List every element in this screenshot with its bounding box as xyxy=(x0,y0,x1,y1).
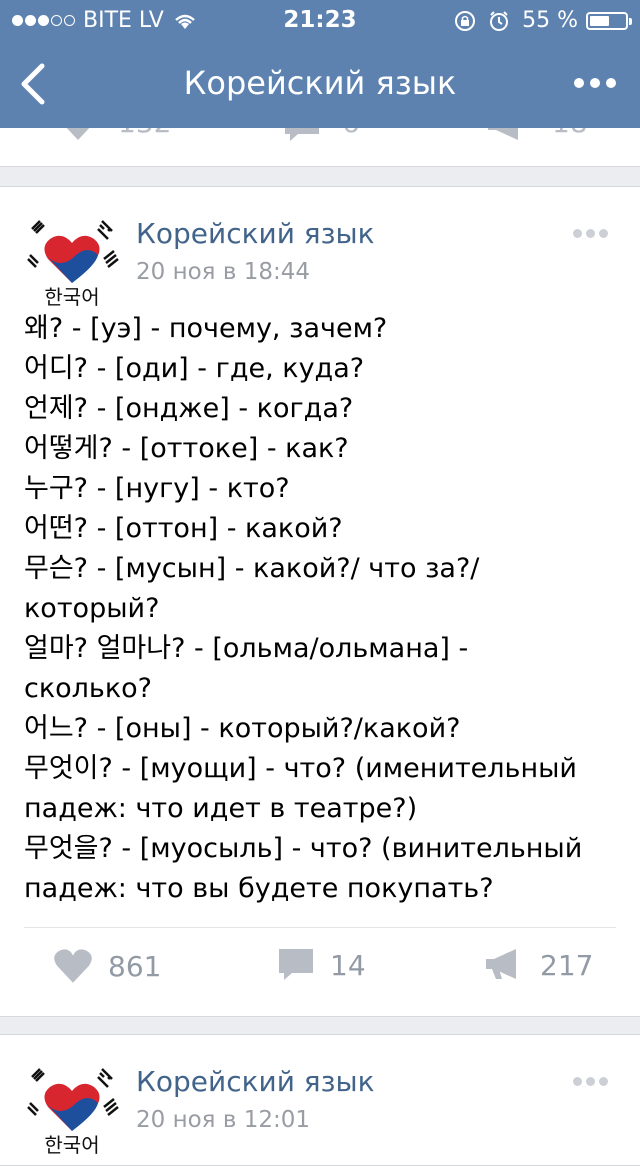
heart-icon xyxy=(54,949,92,983)
post-actions: 861 14 217 xyxy=(0,947,640,997)
post-text-line: сколько? xyxy=(24,673,152,704)
post-divider xyxy=(24,927,616,928)
post-text-line: который? xyxy=(24,593,160,624)
comment-icon[interactable] xyxy=(282,128,322,144)
previous-likes-count: 132 xyxy=(118,128,171,139)
comment-button[interactable]: 14 xyxy=(276,947,366,983)
post-text-line: 무엇이? - [муощи] - что? (именительный xyxy=(24,753,577,784)
post-author[interactable]: Корейский язык xyxy=(136,217,375,250)
avatar-logo-text: 한국어 xyxy=(44,1133,99,1155)
previous-comments-count: 6 xyxy=(342,128,360,139)
rotation-lock-icon xyxy=(455,10,476,31)
likes-count: 861 xyxy=(108,949,162,983)
post-text-line: 누구? - [нугу] - кто? xyxy=(24,473,290,504)
post-date[interactable]: 20 ноя в 12:01 xyxy=(136,1107,310,1133)
post-text-line: падеж: что идет в театре?) xyxy=(24,793,418,824)
repost-button[interactable]: 217 xyxy=(482,947,593,983)
megaphone-icon xyxy=(486,949,516,979)
like-icon[interactable] xyxy=(58,128,98,142)
alarm-icon xyxy=(490,10,509,31)
battery-icon xyxy=(586,11,632,30)
post-text-line: 어디? - [оди] - где, куда? xyxy=(24,353,365,384)
status-bar-right: 55 % xyxy=(454,8,632,33)
post-text-line: 얼마? 얼마나? - [ольма/ольмана] - xyxy=(24,633,469,664)
battery-percent: 55 % xyxy=(522,8,578,33)
next-post-card: 한국어 Корейский язык 20 ноя в 12:01 xyxy=(0,1034,640,1166)
comment-icon xyxy=(279,949,313,980)
post-text-line: 무슨? - [мусын] - какой?/ что за?/ xyxy=(24,553,480,584)
page-title: Корейский язык xyxy=(183,64,457,102)
reposts-count: 217 xyxy=(540,948,594,982)
post-date[interactable]: 20 ноя в 18:44 xyxy=(136,259,310,285)
post-text-line: 어떤? - [оттон] - какой? xyxy=(24,513,343,544)
post-text-line: 어느? - [оны] - который?/какой? xyxy=(24,713,461,744)
community-avatar[interactable]: 한국어 xyxy=(24,211,120,307)
post-card: 한국어 Корейский язык 20 ноя в 18:44 왜? - [… xyxy=(0,186,640,1017)
like-button[interactable]: 861 xyxy=(52,947,161,985)
post-text-line: 무엇을? - [муосыль] - что? (винительный xyxy=(24,833,583,864)
post-author[interactable]: Корейский язык xyxy=(136,1065,375,1098)
previous-reposts-count: 18 xyxy=(552,128,588,139)
nav-bar: Корейский язык xyxy=(0,40,640,128)
repost-icon[interactable] xyxy=(484,128,528,144)
more-options-icon[interactable] xyxy=(568,78,616,88)
post-text-line: 어떻게? - [оттоке] - как? xyxy=(24,433,349,464)
comments-count: 14 xyxy=(330,948,366,982)
post-text-line: 언제? - [ондже] - когда? xyxy=(24,393,354,424)
previous-post-footer: 132 6 18 xyxy=(0,128,640,167)
post-options-icon[interactable] xyxy=(569,229,608,238)
status-bar: BITE LV 21:23 55 % xyxy=(0,0,640,40)
post-text-line: 왜? - [уэ] - почему, зачем? xyxy=(24,313,388,344)
avatar-logo-text: 한국어 xyxy=(44,285,99,307)
post-text: 왜? - [уэ] - почему, зачем? 어디? - [оди] - … xyxy=(24,309,624,909)
post-options-icon[interactable] xyxy=(569,1077,608,1086)
community-avatar[interactable]: 한국어 xyxy=(24,1059,120,1155)
post-text-line: падеж: что вы будете покупать? xyxy=(24,873,494,904)
